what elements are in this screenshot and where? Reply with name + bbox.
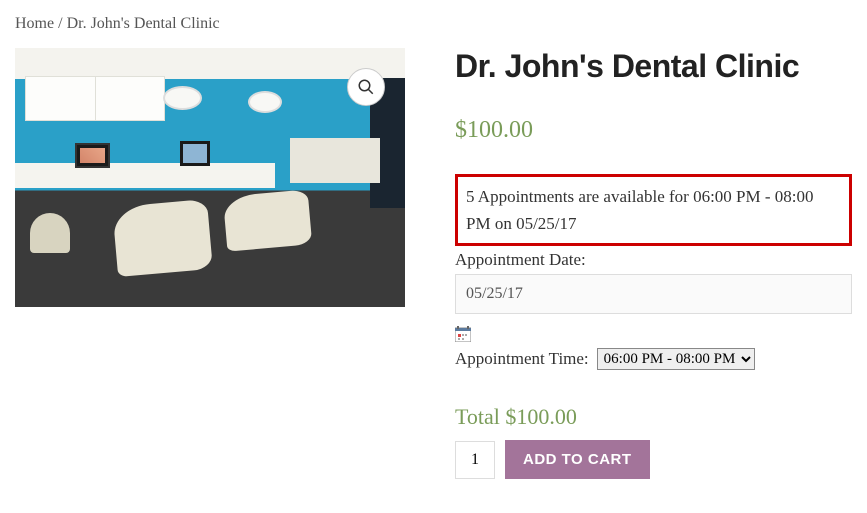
breadcrumb-home[interactable]: Home (15, 15, 54, 32)
product-price: $100.00 (455, 117, 852, 144)
time-label: Appointment Time: (455, 349, 589, 369)
total-price: Total $100.00 (455, 404, 852, 430)
date-label: Appointment Date: (455, 250, 852, 270)
breadcrumb: Home / Dr. John's Dental Clinic (15, 15, 852, 33)
availability-message: 5 Appointments are available for 06:00 P… (455, 174, 852, 246)
search-icon (357, 78, 375, 96)
appointment-date-input[interactable] (455, 274, 852, 314)
zoom-button[interactable] (347, 68, 385, 106)
product-title: Dr. John's Dental Clinic (455, 48, 852, 85)
calendar-icon[interactable] (455, 326, 471, 342)
appointment-time-select[interactable]: 06:00 PM - 08:00 PM (597, 348, 755, 370)
quantity-input[interactable] (455, 441, 495, 479)
breadcrumb-current: Dr. John's Dental Clinic (67, 15, 220, 32)
product-gallery (15, 48, 405, 479)
add-to-cart-button[interactable]: ADD TO CART (505, 440, 650, 479)
breadcrumb-sep: / (54, 15, 66, 32)
